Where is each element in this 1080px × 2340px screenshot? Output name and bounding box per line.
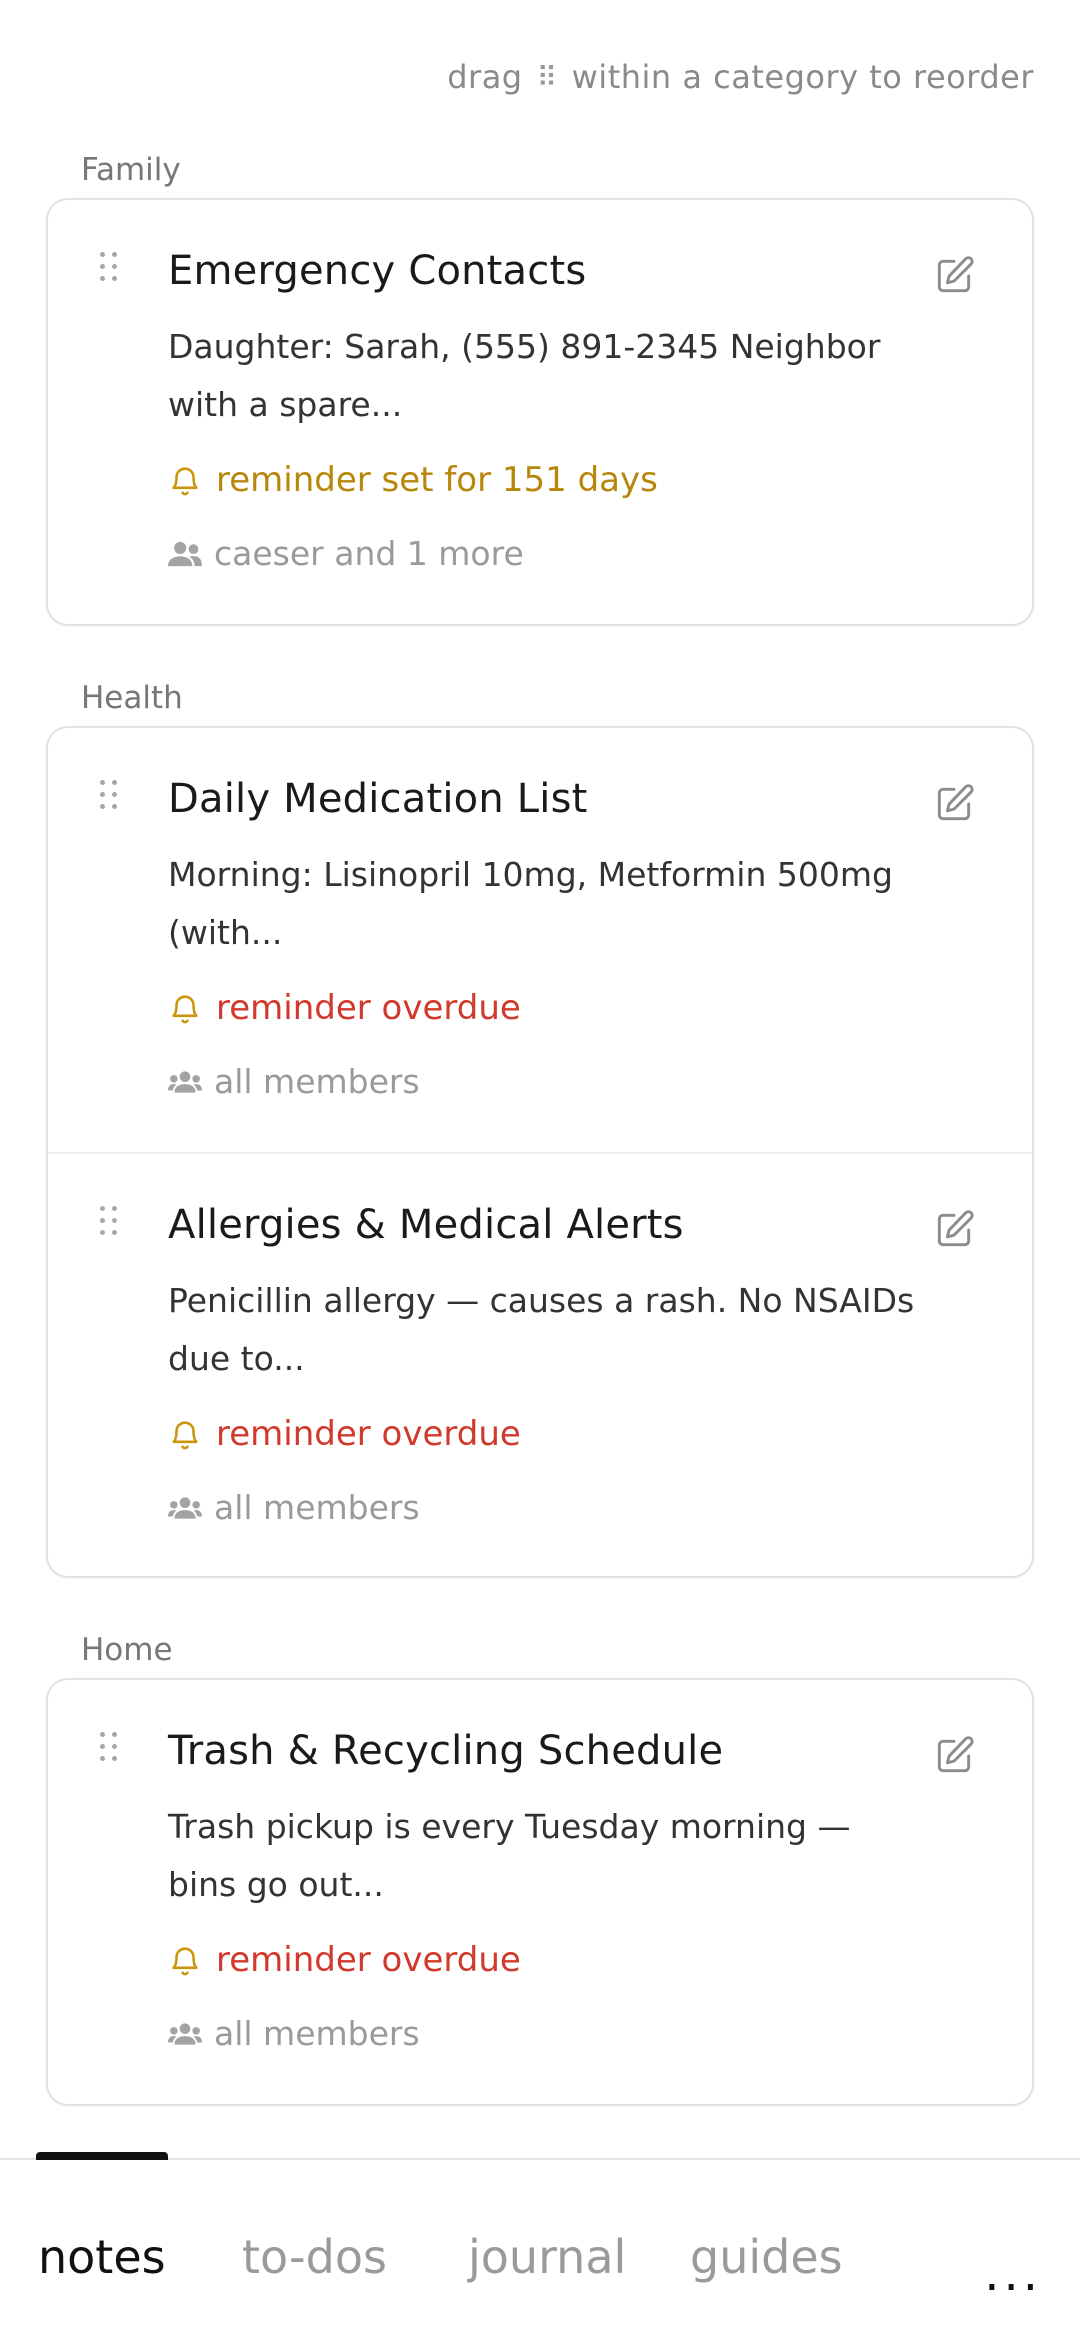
bell-icon (172, 1421, 198, 1450)
category-card-family: Emergency Contacts Daughter: Sarah, (555… (46, 198, 1034, 626)
members-text: all members (214, 1062, 420, 1101)
pencil-edit-icon[interactable] (932, 1734, 976, 1778)
note-snippet: Trash pickup is every Tuesday morning — … (168, 1807, 851, 1904)
drag-handle-icon[interactable] (100, 780, 122, 814)
category-card-home: Trash & Recycling Schedule Trash pickup … (46, 1678, 1034, 2106)
category-card-health: Daily Medication List Morning: Lisinopri… (46, 726, 1034, 1578)
reminder-text: reminder set for 151 days (216, 460, 658, 500)
note-title: Trash & Recycling Schedule (168, 1728, 724, 1774)
reminder-text: reminder overdue (216, 1414, 521, 1454)
members-text: all members (214, 2014, 420, 2053)
note-snippet: Daughter: Sarah, (555) 891-2345 Neighbor… (168, 327, 881, 424)
note-item[interactable]: Allergies & Medical Alerts Penicillin al… (48, 1152, 1032, 1576)
reminder-status[interactable]: reminder overdue (168, 1940, 521, 1980)
note-members: all members (168, 1062, 420, 1101)
reminder-status[interactable]: reminder overdue (168, 1414, 521, 1454)
users-group-icon (168, 1070, 202, 1093)
bell-icon (172, 995, 198, 1024)
drag-handle-icon[interactable] (100, 1206, 122, 1240)
members-text: all members (214, 1488, 420, 1527)
note-members: all members (168, 2014, 420, 2053)
note-members: all members (168, 1488, 420, 1527)
active-tab-indicator (36, 2152, 168, 2160)
reminder-text: reminder overdue (216, 988, 521, 1028)
note-item[interactable]: Emergency Contacts Daughter: Sarah, (555… (48, 200, 1032, 624)
users-group-icon (168, 2022, 202, 2045)
tab-notes[interactable]: notes (38, 2230, 166, 2284)
drag-handle-icon[interactable] (100, 1732, 122, 1766)
drag-handle-icon[interactable] (100, 252, 122, 286)
drag-handle-icon: ⠿ (536, 60, 558, 94)
notes-screen: drag ⠿ within a category to reorder Fami… (0, 0, 1080, 2340)
note-item[interactable]: Daily Medication List Morning: Lisinopri… (48, 728, 1032, 1152)
note-title: Emergency Contacts (168, 248, 587, 294)
reminder-text: reminder overdue (216, 1940, 521, 1980)
note-title: Daily Medication List (168, 776, 588, 822)
tab-guides[interactable]: guides (690, 2230, 843, 2284)
more-menu-button[interactable]: ... (984, 2246, 1042, 2302)
reminder-status[interactable]: reminder set for 151 days (168, 460, 658, 500)
note-members: caeser and 1 more (168, 534, 524, 573)
reorder-hint-prefix: drag (447, 58, 523, 96)
tab-to-dos[interactable]: to-dos (242, 2230, 387, 2284)
members-text: caeser and 1 more (214, 534, 524, 573)
reminder-status[interactable]: reminder overdue (168, 988, 521, 1028)
note-snippet: Morning: Lisinopril 10mg, Metformin 500m… (168, 855, 893, 952)
pencil-edit-icon[interactable] (932, 254, 976, 298)
users-group-icon (168, 1496, 202, 1519)
reorder-hint: drag ⠿ within a category to reorder (447, 58, 1034, 96)
pencil-edit-icon[interactable] (932, 1208, 976, 1252)
tab-journal[interactable]: journal (468, 2230, 626, 2284)
bell-icon (172, 467, 198, 496)
category-label-health: Health (81, 680, 183, 716)
reorder-hint-suffix: within a category to reorder (571, 58, 1034, 96)
user-group-icon (168, 541, 202, 566)
category-label-home: Home (81, 1632, 173, 1668)
bottom-tab-bar: notes to-dos journal guides ... (0, 2152, 1080, 2340)
note-title: Allergies & Medical Alerts (168, 1202, 684, 1248)
note-item[interactable]: Trash & Recycling Schedule Trash pickup … (48, 1680, 1032, 2104)
bell-icon (172, 1947, 198, 1976)
note-snippet: Penicillin allergy — causes a rash. No N… (168, 1281, 915, 1378)
category-label-family: Family (81, 152, 181, 188)
pencil-edit-icon[interactable] (932, 782, 976, 826)
